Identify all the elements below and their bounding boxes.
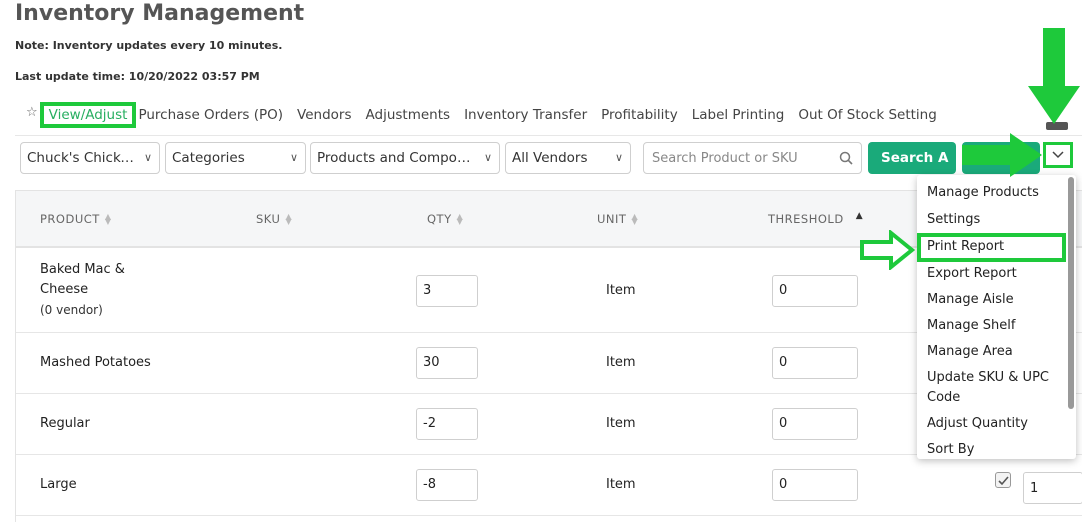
menu-item-print-report[interactable]: Print Report bbox=[917, 233, 1066, 262]
qty-input[interactable]: 3 bbox=[416, 275, 478, 307]
chevron-down-icon: ∨ bbox=[483, 151, 492, 164]
menu-item-sort-by[interactable]: Sort By bbox=[927, 440, 1055, 459]
header-sku[interactable]: SKU ▲ ▼ bbox=[256, 212, 292, 226]
tab-purchase-orders[interactable]: Purchase Orders (PO) bbox=[138, 107, 283, 123]
tabs-divider bbox=[15, 135, 1082, 136]
star-icon[interactable]: ☆ bbox=[26, 105, 38, 120]
tab-vendors[interactable]: Vendors bbox=[297, 107, 351, 123]
menu-item-settings[interactable]: Settings bbox=[927, 210, 1055, 230]
menu-item-manage-aisle[interactable]: Manage Aisle bbox=[927, 290, 1055, 310]
options-menu: Manage Products Settings Print Report Ex… bbox=[917, 175, 1076, 459]
tab-label-printing[interactable]: Label Printing bbox=[692, 107, 785, 123]
categories-select[interactable]: Categories ∨ bbox=[165, 142, 306, 174]
update-note: Note: Inventory updates every 10 minutes… bbox=[15, 39, 283, 52]
unit-value: Item bbox=[606, 283, 636, 298]
menu-item-export-report[interactable]: Export Report bbox=[927, 264, 1055, 284]
action-button[interactable] bbox=[962, 142, 1040, 174]
qty-input[interactable]: -2 bbox=[416, 408, 478, 440]
sort-icon: ▲ ▼ bbox=[285, 212, 293, 226]
search-box bbox=[643, 142, 862, 174]
menu-item-manage-products[interactable]: Manage Products bbox=[927, 183, 1055, 203]
chevron-down-icon: ∨ bbox=[143, 151, 152, 164]
menu-item-update-sku-upc[interactable]: Update SKU & UPC Code bbox=[927, 368, 1055, 408]
header-unit[interactable]: UNIT ▲ ▼ bbox=[597, 212, 638, 226]
header-product[interactable]: PRODUCT ▲ ▼ bbox=[40, 212, 111, 226]
product-type-select[interactable]: Products and Compone... ∨ bbox=[310, 142, 500, 174]
product-name: Baked Mac & Cheese (0 vendor) bbox=[40, 260, 125, 320]
product-name: Mashed Potatoes bbox=[40, 355, 151, 370]
qty-input[interactable]: -8 bbox=[416, 469, 478, 501]
threshold-input[interactable]: 0 bbox=[772, 275, 858, 307]
unit-value: Item bbox=[606, 416, 636, 431]
unit-value: Item bbox=[606, 355, 636, 370]
tab-bar: ☆ View/Adjust Purchase Orders (PO) Vendo… bbox=[26, 100, 951, 130]
menu-item-adjust-quantity[interactable]: Adjust Quantity bbox=[927, 414, 1055, 434]
product-name: Large bbox=[40, 477, 77, 492]
sort-icon: ▲ ▼ bbox=[104, 212, 112, 226]
tab-view-adjust[interactable]: View/Adjust bbox=[39, 102, 137, 128]
tab-adjustments[interactable]: Adjustments bbox=[366, 107, 451, 123]
header-qty[interactable]: QTY ▲ ▼ bbox=[427, 212, 463, 226]
menu-scrollbar[interactable] bbox=[1068, 177, 1074, 409]
store-select[interactable]: Chuck's Chicken ∨ bbox=[20, 142, 160, 174]
table-row: Large -8 Item 0 bbox=[16, 455, 1082, 516]
chevron-down-icon bbox=[1052, 151, 1064, 159]
vendor-count: (0 vendor) bbox=[40, 303, 103, 317]
checkmark-icon bbox=[998, 476, 1009, 486]
more-options-toggle[interactable] bbox=[1043, 142, 1073, 168]
threshold-input[interactable]: 0 bbox=[772, 469, 858, 501]
tab-inventory-transfer[interactable]: Inventory Transfer bbox=[464, 107, 587, 123]
more-tabs-icon[interactable] bbox=[1046, 122, 1068, 130]
threshold-input[interactable]: 0 bbox=[772, 347, 858, 379]
sort-icon: ▲ ▼ bbox=[456, 212, 464, 226]
product-name: Regular bbox=[40, 416, 90, 431]
menu-item-manage-area[interactable]: Manage Area bbox=[927, 342, 1055, 362]
search-icon[interactable] bbox=[839, 151, 853, 165]
header-threshold[interactable]: THRESHOLD ▲ bbox=[768, 211, 864, 226]
unit-value: Item bbox=[606, 477, 636, 492]
search-all-button[interactable]: Search A bbox=[868, 142, 956, 174]
tab-profitability[interactable]: Profitability bbox=[601, 107, 678, 123]
sort-icon: ▲ ▼ bbox=[631, 212, 639, 226]
vendors-select[interactable]: All Vendors ∨ bbox=[505, 142, 631, 174]
sort-ascending-icon: ▲ bbox=[855, 211, 864, 221]
threshold-input[interactable]: 0 bbox=[772, 408, 858, 440]
down-arrow-annotation-icon bbox=[1028, 28, 1080, 124]
search-input[interactable] bbox=[644, 143, 824, 173]
tab-out-of-stock-setting[interactable]: Out Of Stock Setting bbox=[798, 107, 936, 123]
qty-input[interactable]: 30 bbox=[416, 347, 478, 379]
chevron-down-icon: ∨ bbox=[289, 151, 298, 164]
row-checkbox[interactable] bbox=[995, 472, 1011, 488]
last-update-time: Last update time: 10/20/2022 03:57 PM bbox=[15, 70, 260, 83]
page-title: Inventory Management bbox=[15, 1, 305, 26]
menu-item-manage-shelf[interactable]: Manage Shelf bbox=[927, 316, 1055, 336]
extra-input[interactable]: 1 bbox=[1023, 472, 1082, 504]
chevron-down-icon: ∨ bbox=[614, 151, 623, 164]
